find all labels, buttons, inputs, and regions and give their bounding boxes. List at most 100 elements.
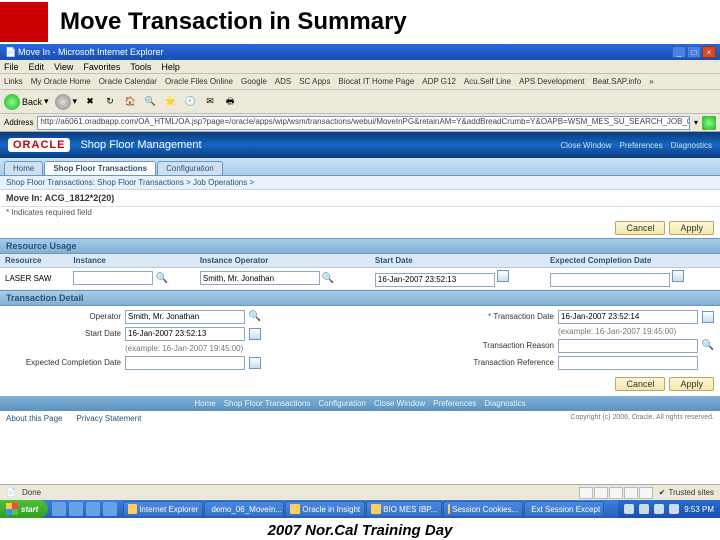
menu-view[interactable]: View bbox=[54, 62, 73, 72]
transaction-reference-label: Transaction Reference bbox=[439, 358, 554, 367]
windows-flag-icon bbox=[6, 503, 18, 515]
refresh-icon[interactable]: ↻ bbox=[103, 95, 117, 109]
oracle-logo: ORACLE bbox=[8, 138, 70, 152]
calendar-icon[interactable] bbox=[249, 328, 261, 340]
print-icon[interactable]: 🖶 bbox=[223, 95, 237, 109]
footer-link-diag[interactable]: Diagnostics bbox=[484, 399, 525, 408]
back-button[interactable]: Back ▾ bbox=[4, 94, 49, 110]
start-date-input[interactable] bbox=[375, 273, 495, 287]
calendar-icon[interactable] bbox=[672, 270, 684, 282]
apply-button[interactable]: Apply bbox=[669, 221, 714, 235]
tray-icon[interactable] bbox=[639, 504, 649, 514]
task-item[interactable]: BIO MES IBP... bbox=[366, 501, 442, 517]
search-icon[interactable]: 🔍 bbox=[143, 95, 157, 109]
menu-edit[interactable]: Edit bbox=[29, 62, 45, 72]
forward-button[interactable]: ▾ bbox=[55, 94, 78, 110]
operator-field[interactable] bbox=[125, 310, 245, 324]
home-icon[interactable]: 🏠 bbox=[123, 95, 137, 109]
history-icon[interactable]: 🕘 bbox=[183, 95, 197, 109]
task-item[interactable]: Session Cookies... bbox=[443, 501, 523, 517]
apply-button[interactable]: Apply bbox=[669, 377, 714, 391]
instance-operator-input[interactable] bbox=[200, 271, 320, 285]
lov-icon[interactable]: 🔍 bbox=[702, 340, 714, 352]
link-adp[interactable]: ADP G12 bbox=[422, 77, 456, 86]
close-button[interactable]: × bbox=[702, 46, 716, 58]
link-scapps[interactable]: SC Apps bbox=[299, 77, 330, 86]
footer-link-config[interactable]: Configuration bbox=[318, 399, 366, 408]
ql-icon[interactable] bbox=[52, 502, 66, 516]
footer-link-home[interactable]: Home bbox=[194, 399, 215, 408]
menu-tools[interactable]: Tools bbox=[130, 62, 151, 72]
task-item[interactable]: Ext Session Except bbox=[524, 501, 604, 517]
ecd-field[interactable] bbox=[125, 356, 245, 370]
ql-icon[interactable] bbox=[86, 502, 100, 516]
toplink-preferences[interactable]: Preferences bbox=[620, 141, 663, 150]
go-button[interactable] bbox=[702, 116, 716, 130]
tray-icon[interactable] bbox=[654, 504, 664, 514]
favorites-icon[interactable]: ⭐ bbox=[163, 95, 177, 109]
section-resource-usage: Resource Usage bbox=[0, 238, 720, 254]
tray-icon[interactable] bbox=[624, 504, 634, 514]
instance-input[interactable] bbox=[73, 271, 153, 285]
tray-icon[interactable] bbox=[669, 504, 679, 514]
tab-shop-floor-transactions[interactable]: Shop Floor Transactions bbox=[44, 161, 156, 175]
calendar-icon[interactable] bbox=[497, 270, 509, 282]
breadcrumb[interactable]: Shop Floor Transactions: Shop Floor Tran… bbox=[0, 176, 720, 190]
transaction-reference-field[interactable] bbox=[558, 356, 698, 370]
address-dropdown-icon[interactable]: ▾ bbox=[694, 118, 698, 127]
tab-home[interactable]: Home bbox=[4, 161, 43, 175]
mail-icon[interactable]: ✉ bbox=[203, 95, 217, 109]
cell-resource: LASER SAW bbox=[0, 268, 68, 290]
address-input[interactable]: http://a6061.oradbapp.com/OA_HTML/OA.jsp… bbox=[37, 116, 690, 130]
link-ithome[interactable]: Biocat IT Home Page bbox=[338, 77, 414, 86]
link-oracle-home[interactable]: My Oracle Home bbox=[31, 77, 91, 86]
task-item[interactable]: Oracle in Insight bbox=[285, 501, 365, 517]
minimize-button[interactable]: _ bbox=[672, 46, 686, 58]
lov-icon[interactable]: 🔍 bbox=[322, 272, 334, 284]
menu-favorites[interactable]: Favorites bbox=[83, 62, 120, 72]
cancel-button[interactable]: Cancel bbox=[615, 221, 665, 235]
link-apsdev[interactable]: APS Development bbox=[519, 77, 584, 86]
stop-icon[interactable]: ✖ bbox=[83, 95, 97, 109]
system-tray: 9:53 PM bbox=[618, 500, 720, 518]
start-button[interactable]: start bbox=[0, 500, 48, 518]
slide-footer-area: 2007 Nor.Cal Training Day bbox=[0, 518, 720, 540]
task-item[interactable]: Internet Explorer bbox=[123, 501, 203, 517]
link-google[interactable]: Google bbox=[241, 77, 267, 86]
link-beatsap[interactable]: Beat.SAP.info bbox=[592, 77, 641, 86]
chevron-down-icon: ▾ bbox=[73, 96, 78, 107]
transaction-reason-label: Transaction Reason bbox=[439, 341, 554, 350]
privacy-statement-link[interactable]: Privacy Statement bbox=[76, 414, 141, 423]
menu-help[interactable]: Help bbox=[161, 62, 180, 72]
start-date-field[interactable] bbox=[125, 327, 245, 341]
menu-file[interactable]: File bbox=[4, 62, 19, 72]
task-label: Session Cookies... bbox=[452, 505, 518, 514]
cancel-button[interactable]: Cancel bbox=[615, 377, 665, 391]
about-this-page-link[interactable]: About this Page bbox=[6, 414, 62, 423]
ie-status-bar: 📄 Done ✔ Trusted sites bbox=[0, 484, 720, 500]
link-ads[interactable]: ADS bbox=[275, 77, 291, 86]
footer-link-sft[interactable]: Shop Floor Transactions bbox=[224, 399, 311, 408]
footer-link-close[interactable]: Close Window bbox=[374, 399, 425, 408]
footer-link-prefs[interactable]: Preferences bbox=[433, 399, 476, 408]
task-item[interactable]: demo_06_MoveIn... bbox=[204, 501, 284, 517]
ql-icon[interactable] bbox=[103, 502, 117, 516]
maximize-button[interactable]: □ bbox=[687, 46, 701, 58]
toplink-close-window[interactable]: Close Window bbox=[560, 141, 611, 150]
lov-icon[interactable]: 🔍 bbox=[249, 311, 261, 323]
calendar-icon[interactable] bbox=[702, 311, 714, 323]
ecd-input[interactable] bbox=[550, 273, 670, 287]
ql-icon[interactable] bbox=[69, 502, 83, 516]
task-label: Internet Explorer bbox=[139, 505, 198, 514]
link-acuself[interactable]: Acu.Self Line bbox=[464, 77, 511, 86]
calendar-icon[interactable] bbox=[249, 357, 261, 369]
tab-configuration[interactable]: Configuration bbox=[157, 161, 223, 175]
link-oracle-calendar[interactable]: Oracle Calendar bbox=[99, 77, 157, 86]
lov-icon[interactable]: 🔍 bbox=[156, 272, 168, 284]
toplink-diagnostics[interactable]: Diagnostics bbox=[671, 141, 712, 150]
link-oracle-files[interactable]: Oracle Files Online bbox=[165, 77, 233, 86]
status-text: Done bbox=[22, 488, 41, 497]
transaction-reason-field[interactable] bbox=[558, 339, 698, 353]
links-overflow[interactable]: » bbox=[649, 77, 653, 86]
transaction-date-field[interactable] bbox=[558, 310, 698, 324]
